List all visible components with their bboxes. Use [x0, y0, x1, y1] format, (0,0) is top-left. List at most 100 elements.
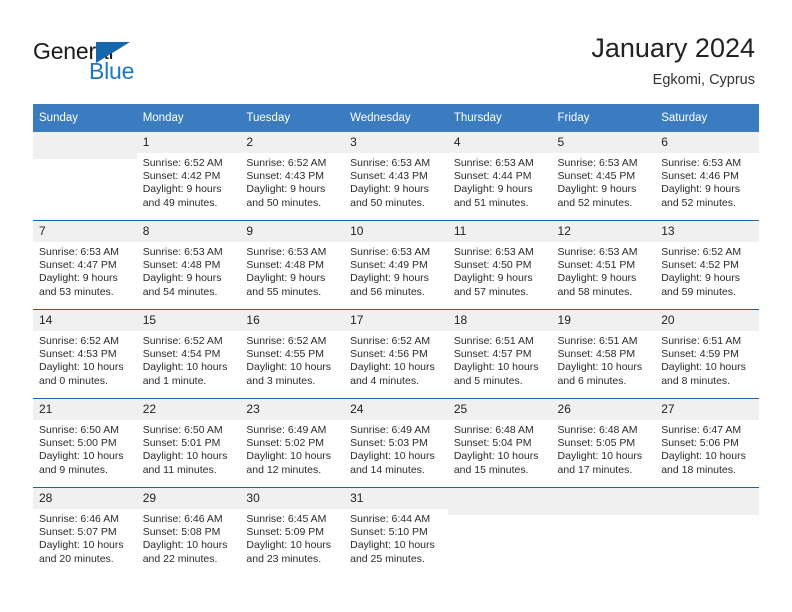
day-sunrise-text: Sunrise: 6:53 AM — [246, 246, 327, 258]
calendar-day-cell[interactable]: 8 Sunrise: 6:53 AM Sunset: 4:48 PM Daylight… — [136, 220, 241, 310]
day-sunset-text: Sunset: 4:52 PM — [661, 259, 739, 272]
calendar-day-cell[interactable]: 12 Sunrise: 6:53 AM Sunset: 4:51 PM Dayligh… — [551, 220, 656, 310]
day-sunrise-text: Sunrise: 6:53 AM — [39, 246, 119, 258]
calendar-day-cell[interactable]: 7 Sunrise: 6:53 AM Sunset: 4:47 PM Daylight… — [33, 220, 137, 310]
calendar-day-cell[interactable]: 28 Sunrise: 6:46 AM Sunset: 5:07 PM Dayligh… — [33, 487, 137, 576]
calendar-day-cell[interactable]: 17 Sunrise: 6:52 AM Sunset: 4:56 PM Dayligh… — [344, 309, 448, 399]
calendar-day-cell[interactable]: 20 Sunrise: 6:51 AM Sunset: 4:59 PM Dayligh… — [655, 309, 759, 399]
day-cell-inner: 28 Sunrise: 6:46 AM Sunset: 5:07 PM Dayligh… — [33, 488, 137, 576]
calendar-day-cell[interactable]: 6 Sunrise: 6:53 AM Sunset: 4:46 PM Daylight… — [655, 132, 759, 221]
day-daylight-line1-text: Daylight: 10 hours — [142, 539, 228, 552]
day-sunrise-text: Sunrise: 6:46 AM — [142, 513, 223, 525]
calendar-day-cell[interactable]: 1 Sunrise: 6:52 AM Sunset: 4:42 PM Daylight… — [136, 132, 241, 221]
day-number: 8 — [136, 221, 241, 242]
calendar-day-cell[interactable]: 4 Sunrise: 6:53 AM Sunset: 4:44 PM Daylight… — [447, 132, 552, 221]
calendar-day-cell[interactable]: 18 Sunrise: 6:51 AM Sunset: 4:57 PM Dayligh… — [447, 309, 552, 399]
day-details: Sunrise: 6:53 AM Sunset: 4:43 PM Daylight:… — [344, 153, 448, 210]
day-daylight-line1-text: Daylight: 10 hours — [661, 361, 746, 374]
day-sunrise-text: Sunrise: 6:53 AM — [350, 246, 431, 258]
day-daylight-line1-text: Daylight: 10 hours — [557, 361, 643, 374]
page-header: General Blue January 2024 Egkomi, Cyprus — [0, 0, 792, 100]
day-sunset-text: Sunset: 4:45 PM — [557, 170, 636, 183]
day-cell-inner: 14 Sunrise: 6:52 AM Sunset: 4:53 PM Dayligh… — [33, 310, 137, 398]
day-number: 16 — [240, 310, 345, 331]
calendar-day-cell[interactable]: 26 Sunrise: 6:48 AM Sunset: 5:05 PM Dayligh… — [551, 398, 656, 488]
day-sunset-text: Sunset: 5:08 PM — [142, 526, 221, 539]
day-details: Sunrise: 6:48 AM Sunset: 5:05 PM Daylight:… — [552, 420, 656, 477]
day-details: Sunrise: 6:53 AM Sunset: 4:48 PM Daylight:… — [240, 242, 344, 299]
day-daylight-line1-text: Daylight: 10 hours — [661, 450, 746, 463]
calendar-day-cell[interactable]: 19 Sunrise: 6:51 AM Sunset: 4:58 PM Dayligh… — [551, 309, 656, 399]
day-daylight-line2-text: and 17 minutes. — [557, 463, 633, 476]
calendar-day-cell[interactable]: 11 Sunrise: 6:53 AM Sunset: 4:50 PM Dayligh… — [447, 220, 552, 310]
brand-logo[interactable]: General Blue — [33, 38, 233, 88]
day-cell-inner: 13 Sunrise: 6:52 AM Sunset: 4:52 PM Dayligh… — [655, 221, 759, 309]
calendar-day-cell[interactable]: 21 Sunrise: 6:50 AM Sunset: 5:00 PM Dayligh… — [33, 398, 137, 488]
calendar-day-cell[interactable]: 15 Sunrise: 6:52 AM Sunset: 4:54 PM Dayligh… — [136, 309, 241, 399]
day-daylight-line1-text: Daylight: 9 hours — [661, 183, 741, 196]
day-sunset-text: Sunset: 4:57 PM — [453, 348, 532, 361]
day-sunrise-text: Sunrise: 6:50 AM — [39, 424, 119, 436]
day-number: 15 — [136, 310, 241, 331]
day-daylight-line2-text: and 57 minutes. — [453, 285, 529, 298]
calendar-day-cell[interactable]: 10 Sunrise: 6:53 AM Sunset: 4:49 PM Dayligh… — [344, 220, 448, 310]
calendar-day-cell[interactable]: 27 Sunrise: 6:47 AM Sunset: 5:06 PM Dayligh… — [655, 398, 759, 488]
day-sunset-text: Sunset: 4:43 PM — [246, 170, 325, 183]
calendar-day-cell[interactable]: 5 Sunrise: 6:53 AM Sunset: 4:45 PM Daylight… — [551, 132, 656, 221]
day-daylight-line1-text: Daylight: 10 hours — [39, 539, 124, 552]
title-block: January 2024 Egkomi, Cyprus — [591, 32, 755, 90]
calendar-empty-cell — [33, 132, 137, 221]
day-sunrise-text: Sunrise: 6:53 AM — [557, 157, 638, 169]
calendar-day-cell[interactable]: 9 Sunrise: 6:53 AM Sunset: 4:48 PM Daylight… — [240, 220, 345, 310]
day-sunset-text: Sunset: 5:02 PM — [246, 437, 325, 450]
day-number: 5 — [551, 132, 656, 153]
day-daylight-line2-text: and 53 minutes. — [39, 285, 114, 298]
weekday-header-tuesday: Tuesday — [240, 104, 345, 132]
day-number: 6 — [655, 132, 759, 153]
day-daylight-line2-text: and 59 minutes. — [661, 285, 736, 298]
day-details: Sunrise: 6:53 AM Sunset: 4:48 PM Daylight:… — [137, 242, 241, 299]
day-details: Sunrise: 6:49 AM Sunset: 5:02 PM Daylight:… — [240, 420, 344, 477]
calendar-day-cell[interactable]: 3 Sunrise: 6:53 AM Sunset: 4:43 PM Daylight… — [344, 132, 448, 221]
calendar-day-cell[interactable]: 14 Sunrise: 6:52 AM Sunset: 4:53 PM Dayligh… — [33, 309, 137, 399]
day-cell-inner: 17 Sunrise: 6:52 AM Sunset: 4:56 PM Dayligh… — [344, 310, 448, 398]
day-sunset-text: Sunset: 4:53 PM — [39, 348, 117, 361]
calendar-day-cell[interactable]: 22 Sunrise: 6:50 AM Sunset: 5:01 PM Dayligh… — [136, 398, 241, 488]
day-cell-inner — [655, 488, 759, 576]
calendar-day-cell[interactable]: 2 Sunrise: 6:52 AM Sunset: 4:43 PM Daylight… — [240, 132, 345, 221]
calendar-day-cell[interactable]: 25 Sunrise: 6:48 AM Sunset: 5:04 PM Dayligh… — [447, 398, 552, 488]
day-details: Sunrise: 6:53 AM Sunset: 4:46 PM Daylight:… — [655, 153, 759, 210]
day-sunset-text: Sunset: 5:05 PM — [557, 437, 636, 450]
day-details — [448, 515, 552, 519]
day-daylight-line1-text: Daylight: 9 hours — [453, 183, 533, 196]
calendar-day-cell[interactable]: 13 Sunrise: 6:52 AM Sunset: 4:52 PM Dayligh… — [655, 220, 759, 310]
day-sunset-text: Sunset: 4:48 PM — [246, 259, 325, 272]
calendar-day-cell[interactable]: 30 Sunrise: 6:45 AM Sunset: 5:09 PM Dayligh… — [240, 487, 345, 576]
calendar-day-cell[interactable]: 31 Sunrise: 6:44 AM Sunset: 5:10 PM Dayligh… — [344, 487, 448, 576]
day-daylight-line1-text: Daylight: 9 hours — [246, 272, 326, 285]
day-daylight-line2-text: and 51 minutes. — [453, 196, 529, 209]
day-details: Sunrise: 6:50 AM Sunset: 5:01 PM Daylight:… — [137, 420, 241, 477]
calendar-day-cell[interactable]: 16 Sunrise: 6:52 AM Sunset: 4:55 PM Dayligh… — [240, 309, 345, 399]
calendar-day-cell[interactable]: 23 Sunrise: 6:49 AM Sunset: 5:02 PM Dayligh… — [240, 398, 345, 488]
calendar-day-cell[interactable]: 24 Sunrise: 6:49 AM Sunset: 5:03 PM Dayligh… — [344, 398, 448, 488]
calendar-empty-cell — [551, 487, 656, 576]
calendar-day-cell[interactable]: 29 Sunrise: 6:46 AM Sunset: 5:08 PM Dayligh… — [136, 487, 241, 576]
day-number: 17 — [344, 310, 448, 331]
day-cell-inner — [551, 488, 656, 576]
day-sunrise-text: Sunrise: 6:51 AM — [557, 335, 638, 347]
day-number: 4 — [447, 132, 552, 153]
day-sunset-text: Sunset: 4:47 PM — [39, 259, 117, 272]
day-daylight-line1-text: Daylight: 10 hours — [350, 361, 435, 374]
day-details: Sunrise: 6:45 AM Sunset: 5:09 PM Daylight:… — [240, 509, 344, 566]
day-cell-inner: 30 Sunrise: 6:45 AM Sunset: 5:09 PM Dayligh… — [240, 488, 345, 576]
day-number — [447, 488, 552, 515]
day-sunrise-text: Sunrise: 6:44 AM — [350, 513, 431, 525]
day-sunset-text: Sunset: 5:04 PM — [453, 437, 532, 450]
day-sunrise-text: Sunrise: 6:52 AM — [246, 335, 327, 347]
day-number: 28 — [33, 488, 137, 509]
day-details: Sunrise: 6:51 AM Sunset: 4:58 PM Daylight:… — [552, 331, 656, 388]
weekday-header-wednesday: Wednesday — [344, 104, 448, 132]
day-cell-inner: 27 Sunrise: 6:47 AM Sunset: 5:06 PM Dayligh… — [655, 399, 759, 487]
day-number: 19 — [551, 310, 656, 331]
